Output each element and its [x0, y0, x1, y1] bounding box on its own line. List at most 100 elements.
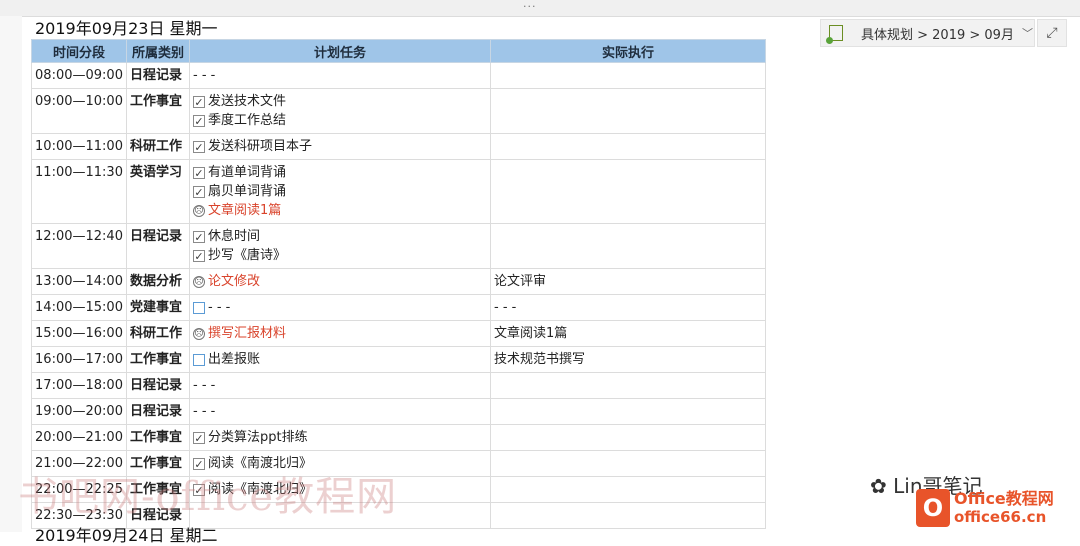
task-text: 撰写汇报材料 [208, 326, 287, 341]
chevron-down-icon[interactable]: ﹀ [1022, 25, 1033, 41]
category-cell[interactable]: 数据分析 [126, 268, 190, 295]
header-category: 所属类别 [126, 39, 190, 63]
plan-cell[interactable]: ✓ 发送科研项目本子 [189, 133, 491, 160]
actual-cell[interactable] [490, 502, 766, 529]
actual-cell[interactable] [490, 133, 766, 160]
task-item[interactable]: ✓ 有道单词背诵 [193, 163, 487, 182]
actual-cell[interactable] [490, 476, 766, 503]
checkbox-checked-icon[interactable]: ✓ [193, 431, 205, 444]
task-item[interactable]: ✓ 发送技术文件 [193, 92, 487, 111]
checkbox-checked-icon[interactable]: ✓ [193, 95, 205, 108]
task-item[interactable]: ✓ 发送科研项目本子 [193, 137, 487, 156]
category-cell[interactable]: 英语学习 [126, 159, 190, 224]
left-margin-strip [0, 16, 22, 532]
task-item[interactable]: - - - [193, 402, 487, 421]
plan-cell[interactable]: ☹ 论文修改 [189, 268, 491, 295]
actual-cell[interactable]: 论文评审 [490, 268, 766, 295]
time-cell[interactable]: 11:00—11:30 [31, 159, 127, 224]
office-logo-icon: O [916, 489, 950, 527]
checkbox-checked-icon[interactable]: ✓ [193, 140, 205, 153]
checkbox-checked-icon[interactable]: ✓ [193, 114, 205, 127]
task-item[interactable]: 出差报账 [193, 350, 487, 369]
task-text: 有道单词背诵 [208, 165, 287, 180]
plan-cell[interactable]: 出差报账 [189, 346, 491, 373]
plan-cell[interactable]: - - - [189, 62, 491, 89]
plan-cell[interactable]: ✓ 发送技术文件 ✓ 季度工作总结 [189, 88, 491, 134]
time-cell[interactable]: 12:00—12:40 [31, 223, 127, 269]
task-item[interactable]: ☹ 文章阅读1篇 [193, 201, 487, 220]
actual-cell[interactable]: - - - [490, 294, 766, 321]
category-cell[interactable]: 日程记录 [126, 398, 190, 425]
task-item[interactable]: ✓ 抄写《唐诗》 [193, 246, 487, 265]
time-cell[interactable]: 13:00—14:00 [31, 268, 127, 295]
task-text: 抄写《唐诗》 [208, 248, 287, 263]
table-row: 19:00—20:00 日程记录 - - - [31, 398, 766, 425]
time-cell[interactable]: 14:00—15:00 [31, 294, 127, 321]
time-cell[interactable]: 20:00—21:00 [31, 424, 127, 451]
category-cell[interactable]: 工作事宜 [126, 346, 190, 373]
sad-face-icon[interactable]: ☹ [193, 275, 205, 288]
task-text: 休息时间 [208, 229, 261, 244]
plan-cell[interactable]: ☹ 撰写汇报材料 [189, 320, 491, 347]
task-text: - - - [193, 378, 216, 393]
sad-face-icon[interactable]: ☹ [193, 327, 205, 340]
plan-cell[interactable]: - - - [189, 372, 491, 399]
plan-cell[interactable]: - - - [189, 294, 491, 321]
task-item[interactable]: ✓ 扇贝单词背诵 [193, 182, 487, 201]
actual-cell[interactable] [490, 88, 766, 134]
expand-icon[interactable]: ⤢ [1037, 19, 1067, 47]
actual-cell[interactable] [490, 223, 766, 269]
checkbox-checked-icon[interactable]: ✓ [193, 185, 205, 198]
checkbox-empty-icon[interactable] [193, 353, 205, 366]
task-item[interactable]: ☹ 撰写汇报材料 [193, 324, 487, 343]
category-cell[interactable]: 科研工作 [126, 133, 190, 160]
category-cell[interactable]: 工作事宜 [126, 88, 190, 134]
actual-cell[interactable] [490, 450, 766, 477]
task-item[interactable]: - - - [193, 376, 487, 395]
checkbox-checked-icon[interactable]: ✓ [193, 249, 205, 262]
time-cell[interactable]: 17:00—18:00 [31, 372, 127, 399]
notebook-breadcrumb[interactable]: 具体规划 > 2019 > 09月 ﹀ [820, 19, 1035, 47]
task-item[interactable]: ☹ 论文修改 [193, 272, 487, 291]
task-item[interactable]: ✓ 分类算法ppt排练 [193, 428, 487, 447]
time-cell[interactable]: 16:00—17:00 [31, 346, 127, 373]
time-cell[interactable]: 19:00—20:00 [31, 398, 127, 425]
actual-cell[interactable]: 技术规范书撰写 [490, 346, 766, 373]
checkbox-checked-icon[interactable]: ✓ [193, 166, 205, 179]
checkbox-empty-icon[interactable] [193, 301, 205, 314]
time-cell[interactable]: 15:00—16:00 [31, 320, 127, 347]
actual-cell[interactable] [490, 159, 766, 224]
plan-cell[interactable]: ✓ 休息时间 ✓ 抄写《唐诗》 [189, 223, 491, 269]
checkbox-checked-icon[interactable]: ✓ [193, 230, 205, 243]
header-actual: 实际执行 [490, 39, 766, 63]
category-cell[interactable]: 日程记录 [126, 372, 190, 399]
actual-cell[interactable] [490, 372, 766, 399]
sad-face-icon[interactable]: ☹ [193, 204, 205, 217]
time-cell[interactable]: 09:00—10:00 [31, 88, 127, 134]
task-text: 发送科研项目本子 [208, 139, 313, 154]
actual-cell[interactable]: 文章阅读1篇 [490, 320, 766, 347]
category-cell[interactable]: 科研工作 [126, 320, 190, 347]
task-text: 扇贝单词背诵 [208, 184, 287, 199]
category-cell[interactable]: 党建事宜 [126, 294, 190, 321]
task-item[interactable]: ✓ 季度工作总结 [193, 111, 487, 130]
time-cell[interactable]: 10:00—11:00 [31, 133, 127, 160]
task-text: 出差报账 [208, 352, 261, 367]
time-cell[interactable]: 08:00—09:00 [31, 62, 127, 89]
category-cell[interactable]: 工作事宜 [126, 424, 190, 451]
breadcrumb-label: 具体规划 > 2019 > 09月 [861, 27, 1014, 43]
more-dots-icon[interactable]: ··· [523, 0, 537, 13]
actual-cell[interactable] [490, 62, 766, 89]
plan-cell[interactable]: ✓ 有道单词背诵 ✓ 扇贝单词背诵 ☹ 文章阅读1篇 [189, 159, 491, 224]
task-item[interactable]: ✓ 休息时间 [193, 227, 487, 246]
task-item[interactable]: - - - [193, 66, 487, 85]
actual-cell[interactable] [490, 398, 766, 425]
table-row: 09:00—10:00 工作事宜 ✓ 发送技术文件 ✓ 季度工作总结 [31, 88, 766, 134]
category-cell[interactable]: 日程记录 [126, 223, 190, 269]
plan-cell[interactable]: - - - [189, 398, 491, 425]
task-text: 发送技术文件 [208, 94, 287, 109]
category-cell[interactable]: 日程记录 [126, 62, 190, 89]
plan-cell[interactable]: ✓ 分类算法ppt排练 [189, 424, 491, 451]
actual-cell[interactable] [490, 424, 766, 451]
task-item[interactable]: - - - [193, 298, 487, 317]
